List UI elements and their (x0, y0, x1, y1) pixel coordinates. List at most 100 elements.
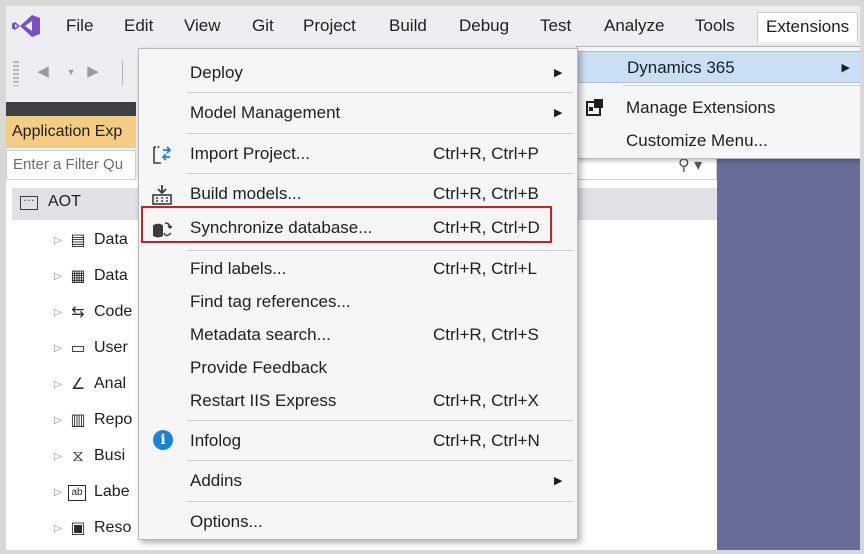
menu-item-shortcut: Ctrl+R, Ctrl+S (433, 325, 539, 344)
info-icon: i (153, 430, 173, 450)
menu-item-label: Restart IIS Express (190, 391, 337, 410)
menu-analyze[interactable]: Analyze (596, 12, 672, 40)
menu-separator (187, 92, 573, 93)
submenu-arrow-icon: ▶ (554, 475, 563, 487)
menu-item-shortcut: Ctrl+R, Ctrl+X (433, 391, 539, 410)
dynamics-365-submenu: Deploy ▶ Model Management ▶ Import Proje… (138, 48, 578, 540)
business-process-icon: ⧖ (72, 448, 84, 465)
menu-item-import-project[interactable]: Import Project... Ctrl+R, Ctrl+P (139, 138, 577, 170)
panel-title-strip (6, 102, 136, 116)
application-explorer-tab[interactable]: Application Exp (6, 116, 136, 148)
data-model-icon: ▤ (70, 232, 86, 249)
tree-item-data-types[interactable]: ▷ ▦ Data (54, 263, 144, 293)
menu-item-label: Addins (190, 471, 242, 490)
tree-item-resources[interactable]: ▷ ▣ Reso (54, 515, 144, 545)
menu-item-label: Options... (190, 512, 263, 531)
menu-test[interactable]: Test (532, 12, 579, 40)
analytics-icon: ∠ (70, 376, 86, 393)
menu-edit[interactable]: Edit (116, 12, 161, 40)
expand-arrow-icon[interactable]: ▷ (54, 307, 62, 318)
menu-item-find-tag-references[interactable]: Find tag references... (139, 286, 577, 318)
menu-item-infolog[interactable]: i Infolog Ctrl+R, Ctrl+N (139, 425, 577, 457)
menu-item-label: Find tag references... (190, 292, 351, 311)
menu-file[interactable]: File (58, 12, 101, 40)
tree-item-reports[interactable]: ▷ ▥ Repo (54, 407, 144, 437)
tree-item-label: Data (94, 231, 128, 248)
user-interface-icon: ▭ (70, 340, 86, 357)
menu-item-shortcut: Ctrl+R, Ctrl+L (433, 259, 537, 278)
tree-item-label: Repo (94, 411, 133, 428)
tree-item-label: Busi (94, 447, 126, 464)
extensions-menu: Dynamics 365 ▶ Manage Extensions Customi… (576, 46, 860, 159)
visual-studio-logo-icon (12, 15, 40, 37)
tree-item-analytics[interactable]: ▷ ∠ Anal (54, 371, 144, 401)
menu-separator (187, 133, 573, 134)
resources-icon: ▣ (70, 520, 86, 537)
menu-separator (623, 85, 860, 86)
submenu-arrow-icon: ▶ (841, 62, 850, 74)
expand-arrow-icon[interactable]: ▷ (54, 487, 62, 498)
build-models-icon (152, 185, 172, 205)
menu-item-shortcut: Ctrl+R, Ctrl+P (433, 144, 539, 163)
expand-arrow-icon[interactable]: ▷ (54, 523, 62, 534)
ide-window: File Edit View Git Project Build Debug T… (0, 0, 864, 554)
tree-item-label: Reso (94, 519, 132, 536)
import-project-icon (153, 146, 172, 164)
menu-item-model-management[interactable]: Model Management ▶ (139, 97, 577, 129)
filter-input[interactable]: Enter a Filter Qu (6, 150, 136, 180)
labels-icon: ab (68, 485, 86, 501)
code-icon: ⇆ (71, 304, 85, 321)
tree-item-label: Code (94, 303, 133, 320)
menu-item-deploy[interactable]: Deploy ▶ (139, 57, 577, 89)
menu-extensions[interactable]: Extensions (757, 12, 859, 42)
menu-item-dynamics-365[interactable]: Dynamics 365 ▶ (577, 51, 860, 83)
expand-arrow-icon[interactable]: ▷ (54, 415, 62, 426)
menu-item-addins[interactable]: Addins ▶ (139, 465, 577, 497)
menu-item-label: Import Project... (190, 144, 310, 163)
menu-item-restart-iis-express[interactable]: Restart IIS Express Ctrl+R, Ctrl+X (139, 385, 577, 417)
expand-arrow-icon[interactable]: ▷ (54, 235, 62, 246)
menu-item-label: Dynamics 365 (627, 58, 735, 77)
menu-separator (187, 420, 573, 421)
expand-arrow-icon[interactable]: ▷ (54, 379, 62, 390)
tree-item-data-model[interactable]: ▷ ▤ Data (54, 227, 144, 257)
menu-item-customize-menu[interactable]: Customize Menu... (577, 125, 860, 157)
navigate-back-icon[interactable]: ◀ (34, 63, 52, 81)
tree-item-labels[interactable]: ▷ ab Labe (54, 479, 144, 509)
tree-item-business-process[interactable]: ▷ ⧖ Busi (54, 443, 144, 473)
tree-item-code[interactable]: ▷ ⇆ Code (54, 299, 144, 329)
menu-debug[interactable]: Debug (451, 12, 517, 40)
menu-item-shortcut: Ctrl+R, Ctrl+N (433, 431, 540, 450)
menu-project[interactable]: Project (295, 12, 364, 40)
expand-arrow-icon[interactable]: ▷ (54, 343, 62, 354)
tree-item-user-interface[interactable]: ▷ ▭ User (54, 335, 144, 365)
menu-git[interactable]: Git (244, 12, 282, 40)
menu-item-metadata-search[interactable]: Metadata search... Ctrl+R, Ctrl+S (139, 319, 577, 351)
menu-view[interactable]: View (176, 12, 229, 40)
menu-item-label: Infolog (190, 431, 242, 450)
tree-item-label: User (94, 339, 128, 356)
menu-item-label: Manage Extensions (626, 98, 776, 117)
menu-item-manage-extensions[interactable]: Manage Extensions (577, 92, 860, 124)
toolbar-grip[interactable] (13, 60, 19, 86)
submenu-arrow-icon: ▶ (554, 107, 563, 119)
menu-separator (187, 173, 573, 174)
menu-item-label: Model Management (190, 103, 341, 122)
expand-arrow-icon[interactable]: ▷ (54, 271, 62, 282)
tree-item-label: Data (94, 267, 128, 284)
menu-build[interactable]: Build (381, 12, 435, 40)
menu-item-label: Customize Menu... (626, 131, 768, 150)
data-types-icon: ▦ (70, 268, 86, 285)
annotation-highlight-box (141, 206, 552, 243)
tree-item-label: Anal (94, 375, 127, 392)
aot-icon (20, 190, 38, 210)
menu-tools[interactable]: Tools (687, 12, 743, 40)
chevron-down-icon[interactable]: ▼ (62, 63, 80, 81)
reports-icon: ▥ (70, 412, 86, 429)
menu-item-provide-feedback[interactable]: Provide Feedback (139, 352, 577, 384)
menu-item-find-labels[interactable]: Find labels... Ctrl+R, Ctrl+L (139, 253, 577, 285)
menu-separator (187, 460, 573, 461)
navigate-forward-icon[interactable]: ▶ (84, 63, 102, 81)
menu-item-options[interactable]: Options... (139, 506, 577, 538)
expand-arrow-icon[interactable]: ▷ (54, 451, 62, 462)
